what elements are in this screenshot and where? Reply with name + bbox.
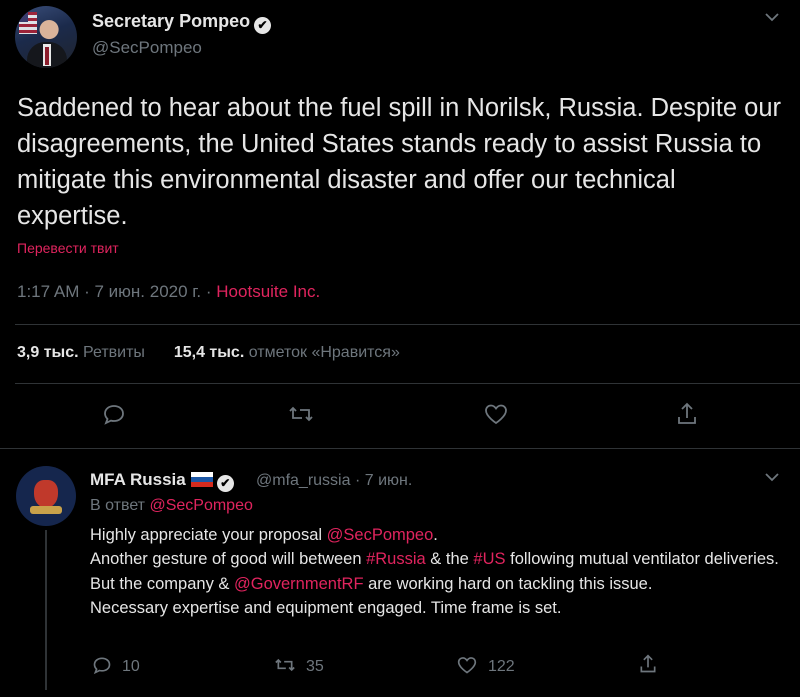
reply-text: Highly appreciate your proposal @SecPomp…	[90, 523, 780, 620]
retweets-count: 3,9 тыс.	[17, 344, 79, 361]
reply-text-segment: following mutual ventilator deliveries.	[505, 550, 779, 569]
emblem-base	[30, 506, 62, 514]
mention-governmentrf[interactable]: @GovernmentRF	[234, 575, 364, 593]
chevron-down-icon	[765, 473, 779, 482]
reply-line-3: But the company & @GovernmentRF are work…	[90, 572, 780, 596]
verified-badge-icon: ✔	[254, 17, 272, 34]
reply-handle-row: @mfa_russia · 7 июн.	[256, 472, 413, 489]
russia-flag-icon	[190, 472, 213, 487]
retweet-icon	[289, 406, 313, 422]
tweet-meta: 1:17 AM · 7 июн. 2020 г. · Hootsuite Inc…	[17, 282, 321, 301]
translate-tweet-link[interactable]: Перевести твит	[17, 240, 119, 256]
chevron-down-icon	[765, 13, 779, 22]
flag-graphic	[19, 12, 37, 34]
avatar-tie	[45, 47, 49, 65]
author-name-row[interactable]: Secretary Pompeo ✔	[92, 11, 272, 34]
reply-text-segment: Another gesture of good will between	[90, 550, 367, 569]
reply-menu-button[interactable]	[764, 470, 780, 488]
reply-author-handle[interactable]: @mfa_russia	[256, 472, 351, 489]
heart-icon	[457, 657, 477, 674]
reply-button[interactable]	[102, 402, 126, 431]
reply-share-button[interactable]	[638, 653, 658, 680]
reply-author-name[interactable]: MFA Russia	[90, 470, 186, 489]
replying-to: В ответ @SecPompeo	[90, 497, 253, 515]
heart-icon	[485, 404, 507, 425]
reply-replies-button[interactable]: 10	[92, 655, 140, 676]
share-icon	[678, 402, 696, 424]
tweet-menu-button[interactable]	[764, 10, 780, 28]
likes-count: 15,4 тыс.	[173, 344, 245, 361]
reply-text-segment: But the company &	[90, 574, 234, 593]
reply-author-avatar[interactable]	[16, 466, 76, 526]
reply-retweet-button[interactable]: 35	[274, 655, 324, 676]
reply-icon	[93, 657, 111, 675]
hashtag-russia[interactable]: #Russia	[366, 550, 426, 568]
thread-line	[45, 530, 47, 690]
tweet-source[interactable]: Hootsuite Inc.	[216, 282, 320, 301]
retweet-icon	[275, 658, 295, 672]
reply-line-1: Highly appreciate your proposal @SecPomp…	[90, 523, 780, 547]
hashtag-us[interactable]: #US	[473, 550, 505, 568]
divider	[15, 383, 800, 384]
verified-badge-icon: ✔	[216, 475, 234, 492]
likes-label: отметок «Нравится»	[248, 344, 400, 361]
author-name[interactable]: Secretary Pompeo	[92, 11, 250, 31]
reply-date[interactable]: 7 июн.	[365, 472, 413, 489]
mention-secpompeo[interactable]: @SecPompeo	[327, 526, 434, 544]
reply-replies-count: 10	[122, 658, 140, 675]
retweets-label: Ретвиты	[82, 344, 145, 361]
reply-line-4: Necessary expertise and equipment engage…	[90, 598, 562, 617]
retweet-button[interactable]	[288, 402, 314, 431]
author-handle[interactable]: @SecPompeo	[92, 38, 202, 58]
tweet-date[interactable]: 7 июн. 2020 г.	[95, 282, 202, 301]
tweet-text: Saddened to hear about the fuel spill in…	[17, 94, 782, 230]
share-icon	[640, 654, 656, 673]
author-avatar[interactable]	[15, 6, 77, 68]
divider	[15, 324, 800, 325]
tweet-separator	[0, 448, 800, 449]
reply-retweets-count: 35	[306, 658, 324, 675]
reply-text-segment: & the	[425, 550, 474, 569]
reply-text-segment: are working hard on tackling this issue.	[363, 574, 653, 593]
likes-stat[interactable]: 15,4 тыс. отметок «Нравится»	[174, 344, 400, 361]
reply-text-segment: Highly appreciate your proposal	[90, 526, 327, 544]
retweets-stat[interactable]: 3,9 тыс. Ретвиты	[17, 344, 145, 361]
emblem-graphic	[34, 480, 58, 508]
reply-prefix: В ответ	[90, 497, 146, 514]
like-button[interactable]	[483, 402, 509, 431]
reply-likes-count: 122	[488, 658, 515, 675]
reply-icon	[104, 405, 124, 425]
reply-author-name-row[interactable]: MFA Russia ✔	[90, 470, 234, 492]
share-button[interactable]	[675, 401, 699, 432]
reply-to-mention[interactable]: @SecPompeo	[149, 497, 252, 514]
reply-line-2: Another gesture of good will between #Ru…	[90, 547, 780, 571]
reply-text-segment: .	[433, 526, 438, 544]
tweet-time[interactable]: 1:17 AM	[17, 282, 79, 301]
reply-like-button[interactable]: 122	[456, 655, 515, 676]
tweet-stats: 3,9 тыс. Ретвиты 15,4 тыс. отметок «Нрав…	[17, 344, 400, 362]
